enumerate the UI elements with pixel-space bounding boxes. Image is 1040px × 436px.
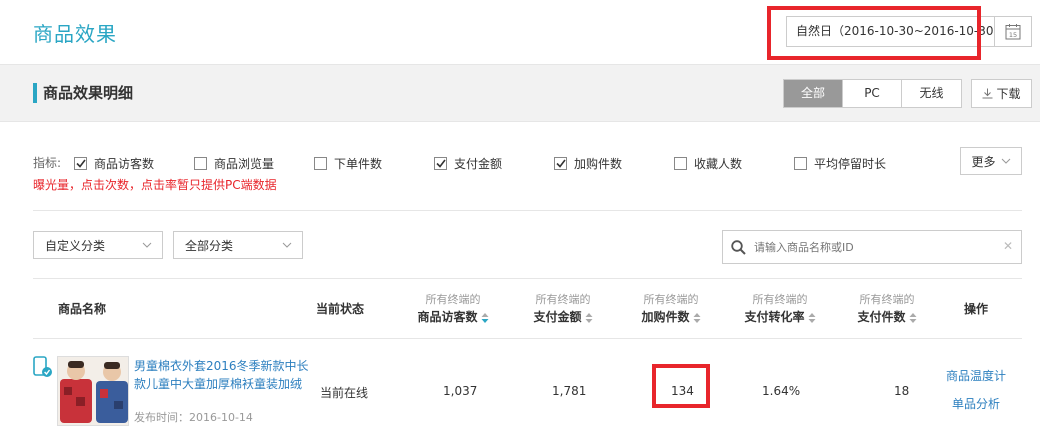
col-header-payment[interactable]: 所有终端的 支付金额 xyxy=(518,292,608,326)
more-label: 更多 xyxy=(971,154,996,169)
calendar-icon: 15 xyxy=(1005,24,1021,40)
col-header-label: 支付金额 xyxy=(533,310,582,324)
sort-icon[interactable] xyxy=(909,312,917,324)
indicator-pageviews[interactable]: 商品浏览量 xyxy=(194,155,274,172)
chevron-down-icon xyxy=(282,242,292,248)
chevron-down-icon xyxy=(1001,158,1010,164)
col-header-status: 当前状态 xyxy=(316,302,365,316)
cell-cart: 134 xyxy=(671,384,694,398)
sort-icon[interactable] xyxy=(585,312,593,324)
indicator-label: 加购件数 xyxy=(574,157,623,171)
product-search: ✕ xyxy=(722,230,1022,264)
download-label: 下载 xyxy=(996,87,1021,101)
checkbox-unchecked[interactable] xyxy=(194,157,207,170)
cell-pieces: 18 xyxy=(894,384,910,398)
mobile-device-icon xyxy=(33,356,52,377)
page-title: 商品效果 xyxy=(33,22,117,46)
col-header-cart[interactable]: 所有终端的 加购件数 xyxy=(626,292,716,326)
chevron-down-icon xyxy=(142,242,152,248)
segment-wireless[interactable]: 无线 xyxy=(902,80,961,107)
col-header-name: 商品名称 xyxy=(58,302,107,316)
indicator-label: 支付金额 xyxy=(454,157,503,171)
col-header-label: 支付件数 xyxy=(857,310,906,324)
indicators-note: 曝光量，点击次数，点击率暂只提供PC端数据 xyxy=(33,178,277,192)
col-header-prefix: 所有终端的 xyxy=(752,293,808,306)
col-header-label: 加购件数 xyxy=(641,310,690,324)
col-header-visitors[interactable]: 所有终端的 商品访客数 xyxy=(408,292,498,326)
col-header-pieces[interactable]: 所有终端的 支付件数 xyxy=(842,292,932,326)
download-icon xyxy=(982,88,993,99)
cell-status: 当前在线 xyxy=(320,386,369,400)
download-button[interactable]: 下载 xyxy=(971,79,1032,108)
divider xyxy=(33,278,1022,279)
col-header-label: 支付转化率 xyxy=(744,310,805,324)
section-title: 商品效果明细 xyxy=(33,83,133,103)
indicator-label: 收藏人数 xyxy=(694,157,743,171)
divider xyxy=(33,338,1022,339)
single-product-analysis-link[interactable]: 单品分析 xyxy=(952,395,1000,412)
indicator-label: 平均停留时长 xyxy=(814,157,887,171)
checkbox-checked[interactable] xyxy=(74,157,87,170)
indicators-label: 指标: xyxy=(33,156,62,170)
indicator-visitors[interactable]: 商品访客数 xyxy=(74,155,154,172)
col-header-label: 商品访客数 xyxy=(417,310,478,324)
col-header-conversion[interactable]: 所有终端的 支付转化率 xyxy=(730,292,830,326)
divider xyxy=(33,210,1022,211)
product-image xyxy=(58,357,128,425)
calendar-button[interactable]: 15 xyxy=(994,16,1032,47)
indicator-order-pieces[interactable]: 下单件数 xyxy=(314,155,382,172)
all-category-dropdown[interactable]: 全部分类 xyxy=(173,231,303,259)
col-header-prefix: 所有终端的 xyxy=(425,293,481,306)
calendar-day: 15 xyxy=(1009,31,1017,39)
indicator-label: 商品浏览量 xyxy=(214,157,275,171)
cell-payment: 1,781 xyxy=(552,384,587,398)
dropdown-value: 自定义分类 xyxy=(45,238,106,253)
more-button[interactable]: 更多 xyxy=(960,147,1022,175)
checkbox-unchecked[interactable] xyxy=(794,157,807,170)
segment-all[interactable]: 全部 xyxy=(784,80,843,107)
search-input[interactable] xyxy=(754,240,994,254)
checkbox-checked[interactable] xyxy=(434,157,447,170)
indicator-label: 下单件数 xyxy=(334,157,383,171)
sort-icon[interactable] xyxy=(481,312,489,324)
clear-icon[interactable]: ✕ xyxy=(1003,239,1013,253)
sort-icon[interactable] xyxy=(808,312,816,324)
sort-icon[interactable] xyxy=(693,312,701,324)
cell-visitors: 1,037 xyxy=(443,384,478,398)
indicator-payment[interactable]: 支付金额 xyxy=(434,155,502,172)
col-header-prefix: 所有终端的 xyxy=(859,293,915,306)
indicator-label: 商品访客数 xyxy=(94,157,155,171)
custom-category-dropdown[interactable]: 自定义分类 xyxy=(33,231,163,259)
col-header-prefix: 所有终端的 xyxy=(535,293,591,306)
indicator-favorites[interactable]: 收藏人数 xyxy=(674,155,742,172)
checkbox-checked[interactable] xyxy=(554,157,567,170)
publish-date: 发布时间：2016-10-14 xyxy=(134,411,253,424)
product-thumbnail[interactable] xyxy=(57,356,129,426)
col-header-ops: 操作 xyxy=(964,302,989,316)
indicator-cart[interactable]: 加购件数 xyxy=(554,155,622,172)
indicator-avg-stay[interactable]: 平均停留时长 xyxy=(794,155,886,172)
cell-conversion: 1.64% xyxy=(762,384,801,398)
checkbox-unchecked[interactable] xyxy=(314,157,327,170)
search-icon xyxy=(731,239,746,255)
date-range-picker[interactable]: 自然日（2016-10-30~2016-10-30） xyxy=(786,16,996,47)
product-thermometer-link[interactable]: 商品温度计 xyxy=(946,367,1006,384)
product-title-link[interactable]: 男童棉衣外套2016冬季新款中长款儿童中大童加厚棉袄童装加绒 xyxy=(134,357,309,393)
segment-pc[interactable]: PC xyxy=(843,80,902,107)
col-header-prefix: 所有终端的 xyxy=(643,293,699,306)
checkbox-unchecked[interactable] xyxy=(674,157,687,170)
dropdown-value: 全部分类 xyxy=(185,238,234,253)
terminal-segmented-control: 全部 PC 无线 xyxy=(783,79,962,108)
